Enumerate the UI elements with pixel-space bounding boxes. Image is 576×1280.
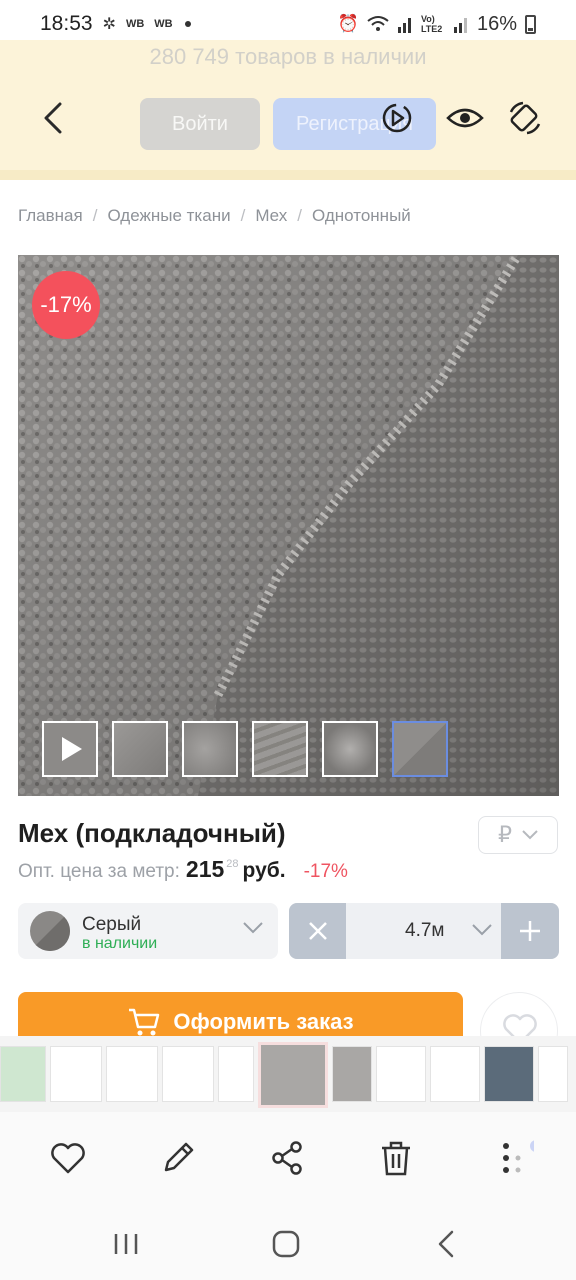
login-button[interactable]: Войти (140, 98, 260, 150)
price-cents: 28 (226, 858, 239, 870)
breadcrumb-item-plain[interactable]: Однотонный (312, 206, 411, 226)
recent-thumbnail[interactable] (218, 1046, 254, 1102)
breadcrumb-item-home[interactable]: Главная (18, 206, 83, 226)
thumbnail-image[interactable] (252, 721, 308, 777)
currency-select[interactable]: ₽ (478, 816, 558, 854)
status-time: 18:53 (40, 12, 93, 35)
thumbnail-image-active[interactable] (392, 721, 448, 777)
thumbnail-strip (42, 721, 448, 777)
share-icon[interactable] (266, 1136, 310, 1180)
breadcrumb-separator: / (92, 206, 98, 225)
plus-icon (520, 921, 540, 941)
product-title: Мех (подкладочный) (18, 818, 286, 848)
price-main: 215 (185, 856, 225, 882)
stock-count: 280 749 товаров в наличии (149, 44, 427, 69)
recent-thumbnail-selected[interactable] (258, 1042, 328, 1108)
thumbnail-image[interactable] (182, 721, 238, 777)
recent-thumbnail[interactable] (484, 1046, 534, 1102)
thumbnail-image[interactable] (322, 721, 378, 777)
wifi-icon (367, 16, 389, 31)
close-icon (308, 922, 327, 940)
breadcrumb-separator: / (297, 206, 302, 225)
signal-icon (397, 18, 411, 33)
app-badge-2: WB (154, 18, 173, 30)
system-navigation-bar (0, 1204, 576, 1280)
battery-icon (525, 14, 536, 34)
color-select[interactable]: Серый в наличии (18, 903, 278, 959)
rotate-screen-icon[interactable] (505, 98, 545, 138)
recent-thumbnail[interactable] (50, 1046, 102, 1102)
alarm-icon: ⏰ (337, 14, 359, 33)
back-icon[interactable] (428, 1224, 468, 1264)
eye-icon[interactable] (445, 98, 485, 138)
quantity-value[interactable]: 4.7м (405, 920, 444, 942)
recent-apps-icon[interactable] (106, 1224, 146, 1264)
breadcrumb-item-fur[interactable]: Мех (255, 206, 287, 226)
price-unit: руб. (242, 859, 286, 882)
recent-thumbnail[interactable] (538, 1046, 568, 1102)
quantity-stepper: 4.7м (289, 903, 559, 959)
network-label: Vo) LTE2 (420, 14, 443, 34)
price-row: Опт. цена за метр: 215 28 руб. -17% (18, 856, 348, 883)
color-swatch (30, 911, 70, 951)
add-quantity-button[interactable] (501, 903, 559, 959)
notification-dot-icon (184, 21, 191, 27)
site-header: 280 749 товаров в наличии Войти Регистра… (0, 40, 576, 180)
chevron-down-icon[interactable] (471, 923, 493, 937)
video-rotate-icon[interactable] (377, 98, 417, 138)
clear-quantity-button[interactable] (289, 903, 346, 959)
back-arrow-icon[interactable] (40, 100, 68, 136)
pencil-icon[interactable] (156, 1136, 200, 1180)
price-discount: -17% (303, 861, 348, 882)
thumbnail-video[interactable] (42, 721, 98, 777)
price-label: Опт. цена за метр: (18, 861, 180, 882)
fabric-photo (18, 255, 559, 796)
thumbnail-image[interactable] (112, 721, 168, 777)
recent-thumbnail[interactable] (376, 1046, 426, 1102)
color-name: Серый (82, 914, 142, 935)
chevron-down-icon (243, 922, 263, 934)
play-icon (62, 737, 82, 761)
breadcrumb: Главная / Одежные ткани / Мех / Однотонн… (18, 206, 411, 226)
recent-thumbnail[interactable] (332, 1046, 372, 1102)
trash-icon[interactable] (374, 1136, 418, 1180)
breadcrumb-separator: / (240, 206, 246, 225)
order-button-label: Оформить заказ (173, 1009, 354, 1034)
screenshot-thumbnails-strip (0, 1036, 576, 1112)
recent-thumbnail[interactable] (162, 1046, 214, 1102)
currency-symbol: ₽ (498, 822, 512, 847)
breadcrumb-item-clothing-fabrics[interactable]: Одежные ткани (107, 206, 230, 226)
app-badge-1: WB (125, 18, 145, 30)
more-vertical-icon[interactable] (490, 1136, 534, 1180)
product-image[interactable]: -17% (18, 255, 559, 796)
home-icon[interactable] (266, 1224, 306, 1264)
discount-badge: -17% (32, 271, 100, 339)
chevron-down-icon (522, 830, 538, 840)
signal-icon-2 (453, 18, 467, 33)
battery-percent: 16% (476, 12, 517, 35)
gear-icon: ✲ (102, 16, 116, 33)
recent-thumbnail[interactable] (106, 1046, 158, 1102)
recent-thumbnail[interactable] (430, 1046, 480, 1102)
stock-status: в наличии (82, 935, 158, 952)
cart-icon (129, 1008, 160, 1036)
action-bar (0, 1112, 576, 1204)
heart-icon[interactable] (46, 1136, 90, 1180)
recent-thumbnail[interactable] (0, 1046, 46, 1102)
